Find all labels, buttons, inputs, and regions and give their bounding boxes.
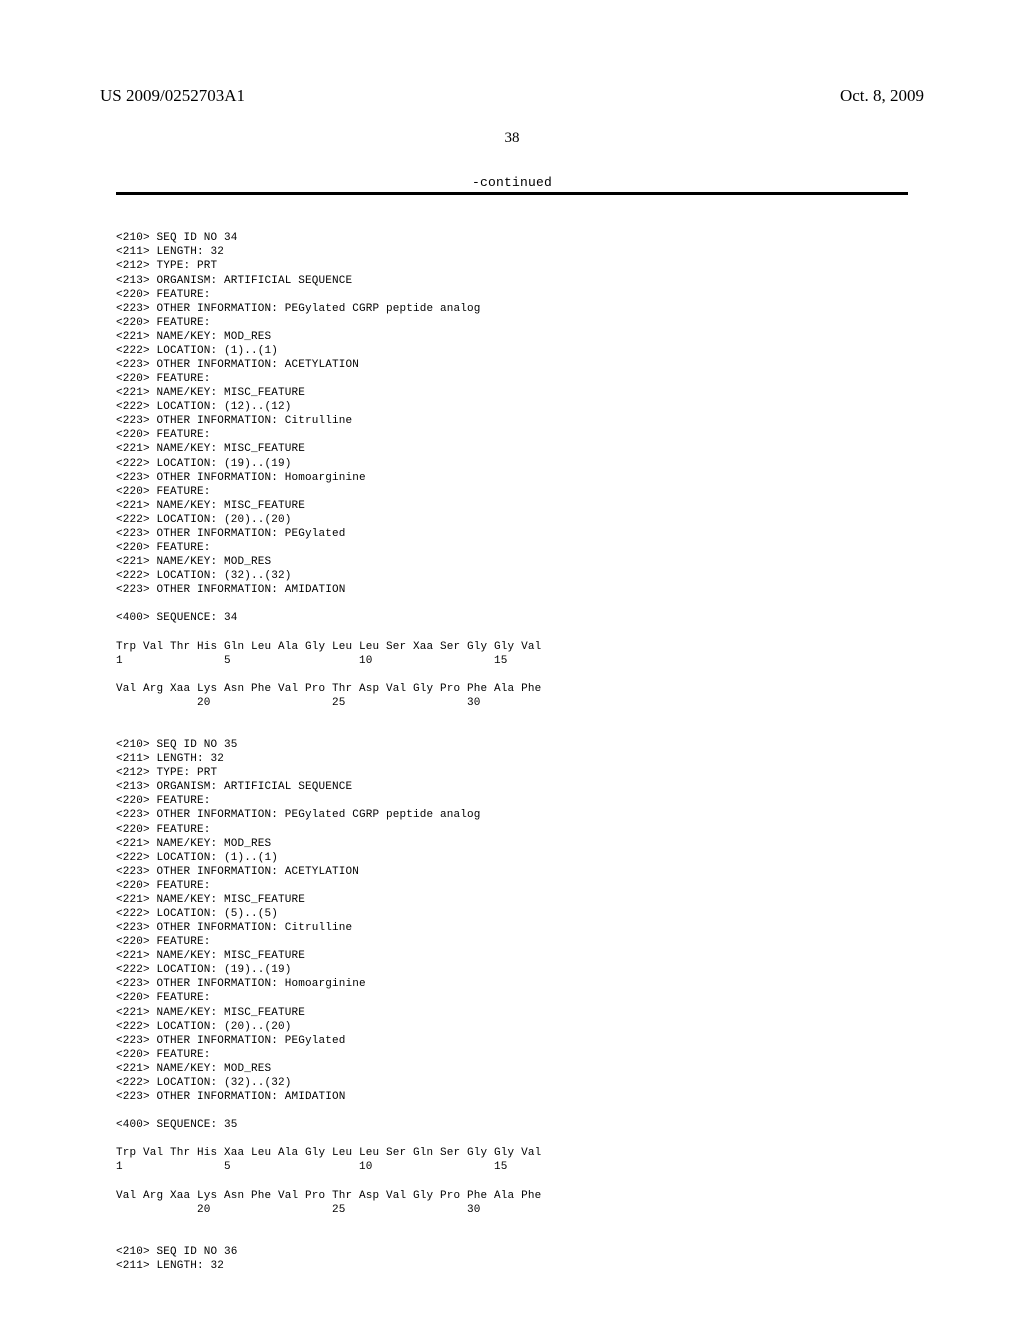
publication-date: Oct. 8, 2009: [840, 86, 924, 106]
publication-number: US 2009/0252703A1: [100, 86, 245, 106]
continued-label: -continued: [116, 175, 908, 190]
continued-header: -continued: [116, 175, 908, 195]
sequence-listing-block: <210> SEQ ID NO 34 <211> LENGTH: 32 <212…: [116, 217, 908, 1273]
separator-line: [116, 192, 908, 195]
page-header: US 2009/0252703A1 Oct. 8, 2009: [100, 86, 924, 106]
page-number: 38: [100, 130, 924, 147]
page-container: US 2009/0252703A1 Oct. 8, 2009 38 -conti…: [0, 0, 1024, 1313]
